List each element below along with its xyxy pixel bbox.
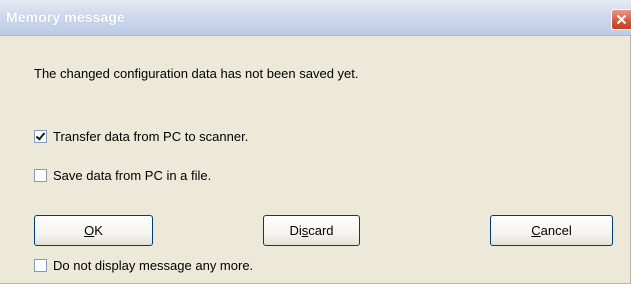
cancel-rest: ancel (540, 223, 572, 238)
dont-display-label: Do not display message any more. (53, 258, 254, 273)
discard-rest: card (308, 223, 334, 238)
transfer-option[interactable]: Transfer data from PC to scanner. (34, 129, 248, 144)
transfer-checkbox[interactable] (34, 130, 47, 143)
save-file-checkbox[interactable] (34, 169, 47, 182)
ok-accel: O (84, 223, 95, 238)
window-title: Memory message (6, 9, 125, 25)
cancel-button[interactable]: Cancel (490, 215, 613, 246)
transfer-label: Transfer data from PC to scanner. (53, 129, 249, 144)
dont-display-checkbox[interactable] (34, 259, 47, 272)
ok-button[interactable]: OK (34, 215, 153, 246)
memory-message-dialog: Memory message The changed configuration… (0, 0, 631, 284)
close-icon (616, 14, 627, 25)
title-bar[interactable]: Memory message (0, 0, 631, 36)
message-text: The changed configuration data has not b… (34, 66, 359, 81)
discard-button[interactable]: Di s card (263, 215, 360, 246)
save-file-option[interactable]: Save data from PC in a file. (34, 168, 211, 183)
close-button[interactable] (611, 9, 631, 30)
dont-display-option[interactable]: Do not display message any more. (34, 258, 253, 273)
cancel-accel: C (531, 223, 541, 238)
discard-pre: Di (289, 223, 302, 238)
save-file-label: Save data from PC in a file. (53, 168, 212, 183)
ok-rest: K (94, 223, 103, 238)
